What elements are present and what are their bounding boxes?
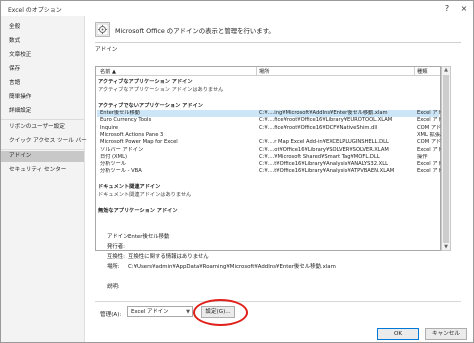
addin-name: 分析ツール (100, 161, 126, 168)
table-row[interactable]: Enter後セル移動 C:¥....ing¥Microsoft¥AddIns¥E… (97, 110, 443, 118)
addin-name: Euro Currency Tools (100, 117, 152, 124)
table-header: 名前 ▲ 場所 種類 (96, 67, 440, 76)
close-icon[interactable]: × (458, 3, 470, 14)
addin-type: XML 拡張パック (417, 131, 443, 138)
manage-select[interactable]: Excel アドイン ▼ (127, 306, 193, 317)
addin-location: C:¥....fice¥root¥Office16¥DCF¥NativeShim… (259, 124, 378, 131)
addin-name: ソルバー アドイン (100, 146, 144, 153)
group-header-inactive: アクティブでないアプリケーション アドイン (98, 103, 203, 109)
table-row[interactable]: 分析ツール - VBA C:¥....t¥Office16¥Library¥An… (97, 168, 443, 175)
addins-table: 名前 ▲ 場所 種類 アクティブなアプリケーション アドイン アクティブなアプリ… (95, 66, 443, 251)
table-row[interactable]: Euro Currency Tools C:¥....fice¥root¥Off… (97, 117, 443, 124)
column-header-location[interactable]: 場所 (259, 68, 269, 75)
help-icon[interactable]: ? (441, 3, 453, 14)
chevron-down-icon: ▼ (186, 309, 190, 315)
addin-type: Excel アドイン (417, 168, 443, 175)
ok-button[interactable]: OK (377, 328, 419, 340)
sidebar-divider (1, 149, 84, 150)
sidebar-item-general[interactable]: 全般 (1, 22, 84, 33)
excel-options-window: Excel のオプション ? × 全般 数式 文章校正 保存 言語 簡単操作 詳… (0, 0, 474, 343)
addin-type: Excel アドイン (417, 110, 443, 116)
column-header-name[interactable]: 名前 ▲ (100, 68, 116, 75)
sidebar-divider (1, 119, 84, 120)
addin-location: C:¥....¥Microsoft Shared¥Smart Tag¥MOFL.… (259, 153, 380, 160)
addin-name: Microsoft Power Map for Excel (100, 139, 178, 146)
scroll-up-icon[interactable]: ▲ (443, 67, 449, 73)
addin-type: COM アドイン (417, 124, 443, 131)
scroll-down-icon[interactable]: ▼ (443, 244, 449, 250)
manage-select-value: Excel アドイン (131, 309, 169, 315)
sidebar-item-customize-ribbon[interactable]: リボンのユーザー設定 (1, 122, 84, 133)
table-scrollbar[interactable]: ▲ ▼ (441, 66, 451, 251)
addin-location: C:¥....fice¥root¥Office16¥Library¥EUROTO… (259, 117, 393, 124)
window-title: Excel のオプション (8, 7, 62, 14)
addin-type: COM アドイン (417, 139, 443, 146)
sidebar-item-advanced[interactable]: 詳細設定 (1, 106, 84, 117)
sidebar-item-accessibility[interactable]: 簡単操作 (1, 92, 84, 103)
addin-location: C:¥....ing¥Microsoft¥AddIns¥Enter後セル移動.x… (259, 110, 388, 116)
detail-compat-value: 互換性に関する情報はありません (128, 254, 209, 260)
page-title: Microsoft Office のアドインの表示と管理を行います。 (115, 27, 275, 35)
group-header-disabled: 無効なアプリケーション アドイン (98, 208, 178, 214)
detail-location-value: C:¥Users¥admin¥AppData¥Roaming¥Microsoft… (128, 264, 336, 270)
addin-location: C:¥....ot¥Office16¥Library¥SOLVER¥SOLVER… (259, 146, 389, 153)
sidebar-item-save[interactable]: 保存 (1, 64, 84, 75)
sidebar-item-trust-center[interactable]: セキュリティ センター (1, 165, 84, 176)
addin-location: C:¥....r Map Excel Add-in¥EXCELPLUGINSHE… (259, 139, 389, 146)
addins-gear-icon (95, 22, 110, 37)
addin-type: Excel アドイン (417, 146, 443, 153)
addin-name: 分析ツール - VBA (100, 168, 142, 175)
title-bar: Excel のオプション ? × (1, 1, 473, 16)
sidebar-item-language[interactable]: 言語 (1, 78, 84, 89)
header-divider (95, 42, 461, 43)
addins-section-label: アドイン (95, 47, 118, 53)
active-empty-message: アクティブなアプリケーション アドインはありません (98, 87, 224, 93)
highlight-ellipse (193, 299, 248, 326)
table-row[interactable]: 日付 (XML) C:¥....¥Microsoft Shared¥Smart … (97, 154, 439, 161)
scroll-thumb[interactable] (443, 75, 449, 243)
addin-type: Excel アドイン (417, 161, 443, 168)
addin-location: C:¥....t¥Office16¥Library¥Analysis¥ANALY… (259, 161, 388, 168)
addin-name: 日付 (XML) (100, 153, 127, 160)
sidebar-item-addins[interactable]: アドイン (1, 151, 84, 162)
sidebar-item-quick-access-toolbar[interactable]: クイック アクセス ツール バー (1, 136, 87, 147)
document-empty-message: ドキュメント関連アドインはありません (98, 192, 192, 198)
addin-location: C:¥....t¥Office16¥Library¥Analysis¥ATPVB… (259, 168, 395, 175)
column-header-type[interactable]: 種類 (417, 68, 427, 75)
table-row[interactable]: Microsoft Power Map for Excel C:¥....r M… (97, 139, 443, 146)
table-row[interactable]: 分析ツール C:¥....t¥Office16¥Library¥Analysis… (97, 161, 443, 168)
sidebar-item-proofing[interactable]: 文章校正 (1, 50, 84, 61)
manage-label: 管理(A): (100, 312, 122, 318)
table-row[interactable]: Inquire C:¥....fice¥root¥Office16¥DCF¥Na… (97, 124, 443, 132)
addin-name: Microsoft Actions Pane 3 (100, 131, 164, 138)
column-divider[interactable] (256, 67, 257, 76)
options-sidebar: 全般 数式 文章校正 保存 言語 簡単操作 詳細設定 リボンのユーザー設定 クイ… (1, 16, 87, 342)
column-divider[interactable] (414, 67, 415, 76)
footer-divider (95, 301, 461, 302)
table-row[interactable]: ソルバー アドイン C:¥....ot¥Office16¥Library¥SOL… (97, 146, 443, 154)
addin-name: Enter後セル移動 (100, 110, 140, 116)
sidebar-item-formulas[interactable]: 数式 (1, 36, 84, 47)
addin-name: Inquire (100, 124, 119, 131)
detail-publisher-label: 発行者: (107, 244, 125, 250)
detail-addin-value: Enter後セル移動 (128, 234, 170, 240)
detail-desc-label: 説明: (107, 284, 120, 290)
table-row[interactable]: Microsoft Actions Pane 3 XML 拡張パック (97, 131, 443, 139)
group-header-document: ドキュメント関連アドイン (98, 184, 161, 190)
addin-type: 操作 (417, 153, 428, 160)
cancel-button[interactable]: キャンセル (425, 328, 467, 340)
group-header-active: アクティブなアプリケーション アドイン (98, 79, 193, 85)
addin-type: Excel アドイン (417, 117, 443, 124)
